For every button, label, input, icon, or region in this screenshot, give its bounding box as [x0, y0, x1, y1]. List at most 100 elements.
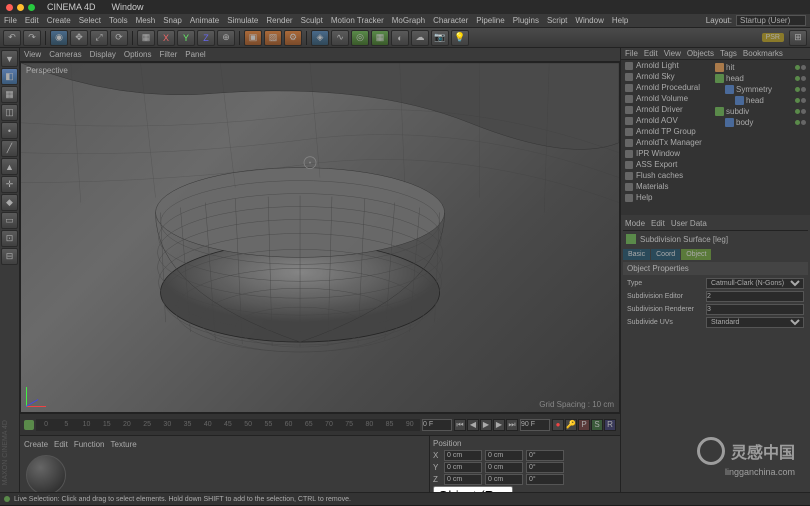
add-subdivision[interactable]: ▦ [371, 30, 389, 46]
attr-edit[interactable]: Edit [651, 219, 665, 228]
vp-menu-display[interactable]: Display [90, 50, 116, 59]
pos-z[interactable] [444, 474, 482, 485]
polygon-mode[interactable]: ▲ [1, 158, 18, 175]
arnold-tpgroup[interactable]: Arnold TP Group [621, 126, 711, 137]
render-settings[interactable]: ⚙ [284, 30, 302, 46]
menu-render[interactable]: Render [266, 16, 292, 25]
menu-plugins[interactable]: Plugins [513, 16, 539, 25]
tab-basic[interactable]: Basic [623, 249, 650, 260]
axis-lock-x[interactable]: X [157, 30, 175, 46]
om-file[interactable]: File [625, 49, 638, 58]
scale-tool[interactable]: ⤢ [90, 30, 108, 46]
workplane-lock[interactable]: ⊟ [1, 248, 18, 265]
vp-menu-options[interactable]: Options [124, 50, 152, 59]
attr-userdata[interactable]: User Data [671, 219, 707, 228]
obj-head[interactable]: head [713, 73, 808, 84]
add-camera[interactable]: 📷 [431, 30, 449, 46]
make-editable[interactable]: ▼ [1, 50, 18, 67]
autokey-button[interactable]: 🔑 [565, 419, 577, 431]
add-spline[interactable]: ∿ [331, 30, 349, 46]
tweak-mode[interactable]: ◆ [1, 194, 18, 211]
minimize-window[interactable] [17, 4, 24, 11]
arnold-txmanager[interactable]: ArnoldTx Manager [621, 137, 711, 148]
sub-uvs-select[interactable]: Standard [706, 317, 804, 328]
menu-edit[interactable]: Edit [25, 16, 39, 25]
goto-end[interactable]: ⏭ [506, 419, 518, 431]
menu-create[interactable]: Create [47, 16, 71, 25]
type-select[interactable]: Catmull-Clark (N-Gons) [706, 278, 804, 289]
end-frame[interactable] [520, 419, 550, 431]
snap-enable[interactable]: ⊡ [1, 230, 18, 247]
arnold-driver[interactable]: Arnold Driver [621, 104, 711, 115]
arnold-volume[interactable]: Arnold Volume [621, 93, 711, 104]
arnold-flush[interactable]: Flush caches [621, 170, 711, 181]
layout-select[interactable] [736, 15, 806, 26]
axis-mode[interactable]: ✛ [1, 176, 18, 193]
mat-function[interactable]: Function [74, 440, 105, 449]
obj-subdiv[interactable]: subdiv [713, 106, 808, 117]
menu-simulate[interactable]: Simulate [227, 16, 258, 25]
vp-menu-panel[interactable]: Panel [185, 50, 205, 59]
sub-renderer-input[interactable] [706, 304, 804, 315]
window-menu[interactable]: Window [112, 2, 144, 12]
add-generator[interactable]: ◎ [351, 30, 369, 46]
psr-indicator[interactable]: PSR [762, 33, 784, 42]
rot-y[interactable] [526, 462, 564, 473]
add-environment[interactable]: ☁ [411, 30, 429, 46]
menu-character[interactable]: Character [433, 16, 468, 25]
render-picture[interactable]: ▨ [264, 30, 282, 46]
pos-x[interactable] [444, 450, 482, 461]
record-button[interactable]: ● [552, 419, 564, 431]
live-select-tool[interactable]: ◉ [50, 30, 68, 46]
material-preview[interactable] [26, 455, 66, 495]
sub-editor-input[interactable] [706, 291, 804, 302]
arnold-help[interactable]: Help [621, 192, 711, 203]
maximize-window[interactable] [28, 4, 35, 11]
perspective-viewport[interactable]: Perspective Grid Spacing : 10 cm [20, 62, 620, 413]
obj-body[interactable]: body [713, 117, 808, 128]
redo-button[interactable]: ↷ [23, 30, 41, 46]
menu-pipeline[interactable]: Pipeline [476, 16, 504, 25]
axis-lock-y[interactable]: Y [177, 30, 195, 46]
om-bookmarks[interactable]: Bookmarks [743, 49, 783, 58]
arnold-ipr[interactable]: IPR Window [621, 148, 711, 159]
goto-start[interactable]: ⏮ [454, 419, 466, 431]
viewport-solo[interactable]: ▭ [1, 212, 18, 229]
timeline-cursor[interactable] [24, 420, 34, 430]
axis-lock-z[interactable]: Z [197, 30, 215, 46]
rot-z[interactable] [526, 474, 564, 485]
obj-hit[interactable]: hit [713, 62, 808, 73]
render-view[interactable]: ▣ [244, 30, 262, 46]
menu-animate[interactable]: Animate [190, 16, 219, 25]
vp-menu-cameras[interactable]: Cameras [49, 50, 81, 59]
menu-mograph[interactable]: MoGraph [392, 16, 425, 25]
play-button[interactable]: ▶ [480, 419, 492, 431]
add-cube[interactable]: ◈ [311, 30, 329, 46]
workplane-mode[interactable]: ◫ [1, 104, 18, 121]
pos-y[interactable] [444, 462, 482, 473]
key-scale[interactable]: S [591, 419, 603, 431]
menu-tools[interactable]: Tools [109, 16, 128, 25]
obj-symmetry[interactable]: Symmetry [713, 84, 808, 95]
size-x[interactable] [485, 450, 523, 461]
om-tags[interactable]: Tags [720, 49, 737, 58]
coord-system[interactable]: ⊕ [217, 30, 235, 46]
vp-menu-view[interactable]: View [24, 50, 41, 59]
move-tool[interactable]: ✥ [70, 30, 88, 46]
tab-object[interactable]: Object [681, 249, 711, 260]
arnold-sky[interactable]: Arnold Sky [621, 71, 711, 82]
add-deformer[interactable]: ◐ [391, 30, 409, 46]
current-frame[interactable] [422, 419, 452, 431]
om-edit[interactable]: Edit [644, 49, 658, 58]
timeline[interactable]: 0510 152025 303540 455055 606570 758085 … [20, 413, 620, 435]
menu-help[interactable]: Help [612, 16, 628, 25]
model-mode[interactable]: ◧ [1, 68, 18, 85]
menu-window[interactable]: Window [575, 16, 603, 25]
arnold-light[interactable]: Arnold Light [621, 60, 711, 71]
size-z[interactable] [485, 474, 523, 485]
key-rot[interactable]: R [604, 419, 616, 431]
arnold-assexport[interactable]: ASS Export [621, 159, 711, 170]
arnold-aov[interactable]: Arnold AOV [621, 115, 711, 126]
menu-script[interactable]: Script [547, 16, 567, 25]
mat-create[interactable]: Create [24, 440, 48, 449]
